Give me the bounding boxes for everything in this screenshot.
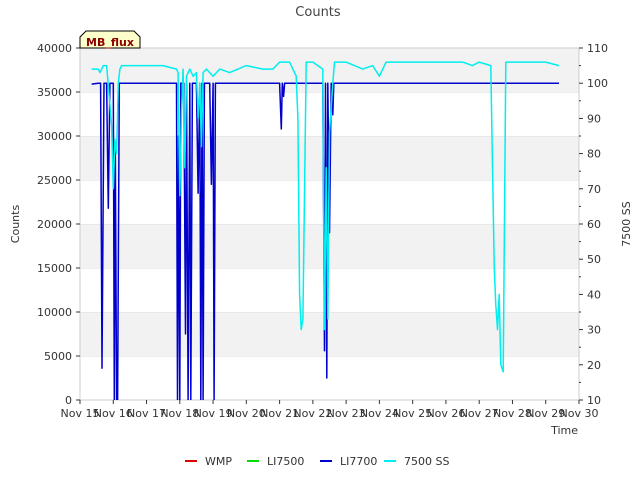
y-right-tick-label: 60 — [587, 218, 601, 231]
y-left-tick-label: 15000 — [37, 262, 72, 275]
y-right-tick-label: 110 — [587, 42, 608, 55]
y-right-tick-label: 30 — [587, 324, 601, 337]
legend-label-li7700: LI7700 — [340, 455, 377, 468]
y-left-tick-label: 35000 — [37, 86, 72, 99]
y-left-tick-label: 5000 — [44, 350, 72, 363]
y-right-tick-label: 100 — [587, 77, 608, 90]
grid-band — [80, 48, 579, 92]
y-right-tick-label: 90 — [587, 112, 601, 125]
annotation-box: MB_flux — [79, 30, 141, 49]
legend-label-li7500: LI7500 — [267, 455, 304, 468]
annotation-label: MB_flux — [86, 36, 134, 49]
x-tick-label: Nov 30 — [560, 407, 599, 420]
y-right-tick-label: 80 — [587, 148, 601, 161]
y-left-tick-label: 0 — [65, 394, 72, 407]
y-left-tick-label: 30000 — [37, 130, 72, 143]
y-right-tick-label: 50 — [587, 253, 601, 266]
y-right-tick-label: 20 — [587, 359, 601, 372]
legend-label-7500-ss: 7500 SS — [404, 455, 449, 468]
y-right-tick-label: 40 — [587, 288, 601, 301]
y-right-tick-label: 10 — [587, 394, 601, 407]
legend: WMP LI7500 LI7700 7500 SS — [185, 455, 449, 468]
y-left-tick-label: 40000 — [37, 42, 72, 55]
y-left-tick-label: 10000 — [37, 306, 72, 319]
legend-label-wmp: WMP — [205, 455, 232, 468]
y-left-tick-label: 20000 — [37, 218, 72, 231]
chart-title: Counts — [295, 5, 341, 20]
grid-band — [80, 356, 579, 400]
y-right-tick-label: 70 — [587, 183, 601, 196]
y-axis-label-right: 7500 SS — [620, 201, 633, 246]
x-axis-label: Time — [550, 424, 578, 437]
y-axis-label-left: Counts — [9, 205, 22, 244]
counts-chart: 0 5000 10000 15000 20000 25000 30000 35000 40000… — [9, 5, 633, 468]
y-left-tick-label: 25000 — [37, 174, 72, 187]
